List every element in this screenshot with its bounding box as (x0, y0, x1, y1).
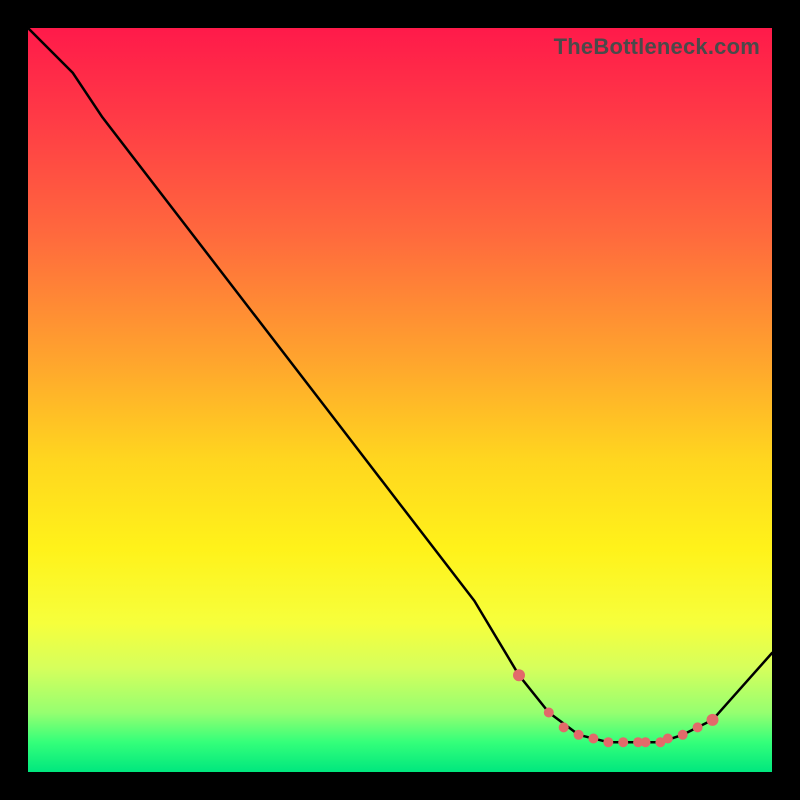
curve-line (28, 28, 772, 742)
curve-marker (559, 722, 569, 732)
curve-marker (693, 722, 703, 732)
curve-marker (603, 737, 613, 747)
curve-marker (513, 669, 525, 681)
curve-marker (574, 730, 584, 740)
chart-frame: TheBottleneck.com (0, 0, 800, 800)
curve-marker (618, 737, 628, 747)
curve-marker (588, 734, 598, 744)
curve-marker (641, 737, 651, 747)
curve-marker (544, 708, 554, 718)
curve-marker (663, 734, 673, 744)
curve-marker (707, 714, 719, 726)
curve-svg (28, 28, 772, 772)
bottleneck-line (28, 28, 772, 742)
plot-area: TheBottleneck.com (28, 28, 772, 772)
curve-marker (678, 730, 688, 740)
